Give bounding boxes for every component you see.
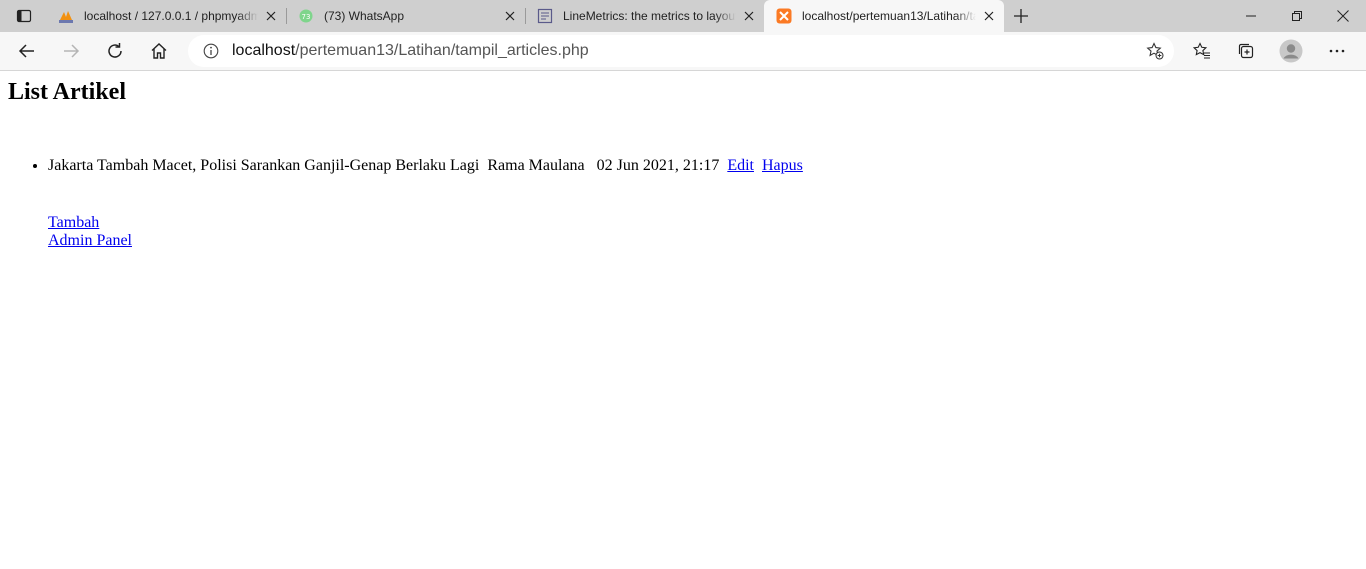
tab-actions-icon bbox=[16, 9, 32, 23]
article-date: 02 Jun 2021, 21:17 bbox=[596, 157, 720, 174]
tab-actions-button[interactable] bbox=[8, 6, 40, 26]
back-button[interactable] bbox=[12, 37, 42, 65]
page-title: List Artikel bbox=[8, 79, 126, 105]
article-list: Jakarta Tambah Macet, Polisi Sarankan Ga… bbox=[0, 157, 803, 175]
close-icon bbox=[1337, 10, 1349, 22]
favorites-icon bbox=[1193, 42, 1210, 59]
close-window-button[interactable] bbox=[1320, 0, 1366, 32]
url-text: localhost/pertemuan13/Latihan/tampil_art… bbox=[232, 42, 589, 60]
more-dots-icon bbox=[1329, 49, 1345, 53]
minimize-icon bbox=[1246, 15, 1256, 17]
edit-link[interactable]: Edit bbox=[727, 157, 754, 174]
article-author: Rama Maulana bbox=[487, 157, 585, 174]
tab-title: localhost/pertemuan13/Latihan/tampil_art… bbox=[802, 9, 976, 23]
minimize-button[interactable] bbox=[1228, 0, 1274, 32]
plus-icon bbox=[1014, 9, 1028, 23]
new-tab-button[interactable] bbox=[1010, 5, 1032, 27]
restore-icon bbox=[1292, 11, 1302, 21]
page-content: List Artikel Jakarta Tambah Macet, Polis… bbox=[0, 71, 1366, 569]
back-arrow-icon bbox=[18, 44, 34, 58]
add-article-link[interactable]: Tambah bbox=[48, 214, 99, 231]
list-item: Jakarta Tambah Macet, Polisi Sarankan Ga… bbox=[48, 157, 803, 175]
close-icon[interactable] bbox=[264, 9, 278, 23]
xampp-icon bbox=[776, 8, 792, 24]
tab-linemetrics[interactable]: LineMetrics: the metrics to layout bbox=[525, 0, 764, 32]
tab-title: localhost / 127.0.0.1 / phpmyadmin bbox=[84, 9, 258, 23]
forward-button[interactable] bbox=[56, 37, 86, 65]
reload-button[interactable] bbox=[100, 37, 130, 65]
url-host: localhost bbox=[232, 42, 296, 59]
settings-more-button[interactable] bbox=[1322, 37, 1352, 65]
address-bar[interactable]: localhost/pertemuan13/Latihan/tampil_art… bbox=[188, 35, 1174, 67]
site-info-icon[interactable] bbox=[202, 42, 220, 60]
footer-links: Tambah Admin Panel bbox=[48, 214, 132, 250]
tab-phpmyadmin[interactable]: localhost / 127.0.0.1 / phpmyadmin bbox=[46, 0, 287, 32]
forward-arrow-icon bbox=[64, 44, 80, 58]
restore-button[interactable] bbox=[1274, 0, 1320, 32]
whatsapp-icon: 73 bbox=[298, 8, 314, 24]
tab-title: LineMetrics: the metrics to layout bbox=[563, 9, 736, 23]
home-button[interactable] bbox=[144, 37, 174, 65]
tab-whatsapp[interactable]: 73 (73) WhatsApp bbox=[286, 0, 526, 32]
admin-panel-link[interactable]: Admin Panel bbox=[48, 232, 132, 249]
collections-button[interactable] bbox=[1231, 37, 1261, 65]
reload-icon bbox=[108, 43, 122, 58]
tab-tampil-articles[interactable]: localhost/pertemuan13/Latihan/tampil_art… bbox=[764, 0, 1004, 32]
close-icon[interactable] bbox=[503, 9, 517, 23]
phpmyadmin-icon bbox=[58, 8, 74, 24]
profile-button[interactable] bbox=[1276, 37, 1306, 65]
browser-toolbar: localhost/pertemuan13/Latihan/tampil_art… bbox=[0, 32, 1366, 71]
url-path: /pertemuan13/Latihan/tampil_articles.php bbox=[295, 42, 589, 59]
delete-link[interactable]: Hapus bbox=[762, 157, 803, 174]
avatar-icon bbox=[1279, 39, 1303, 63]
document-icon bbox=[537, 8, 553, 24]
close-icon[interactable] bbox=[982, 9, 996, 23]
article-title: Jakarta Tambah Macet, Polisi Sarankan Ga… bbox=[48, 157, 480, 174]
star-add-icon bbox=[1146, 42, 1164, 60]
home-icon bbox=[151, 43, 167, 59]
svg-text:73: 73 bbox=[302, 13, 311, 21]
tab-title: (73) WhatsApp bbox=[324, 9, 405, 23]
favorites-button[interactable] bbox=[1187, 37, 1217, 65]
add-favorite-button[interactable] bbox=[1144, 40, 1166, 62]
close-icon[interactable] bbox=[742, 9, 756, 23]
tab-strip: localhost / 127.0.0.1 / phpmyadmin 73 (7… bbox=[0, 0, 1366, 32]
collections-icon bbox=[1238, 43, 1254, 59]
